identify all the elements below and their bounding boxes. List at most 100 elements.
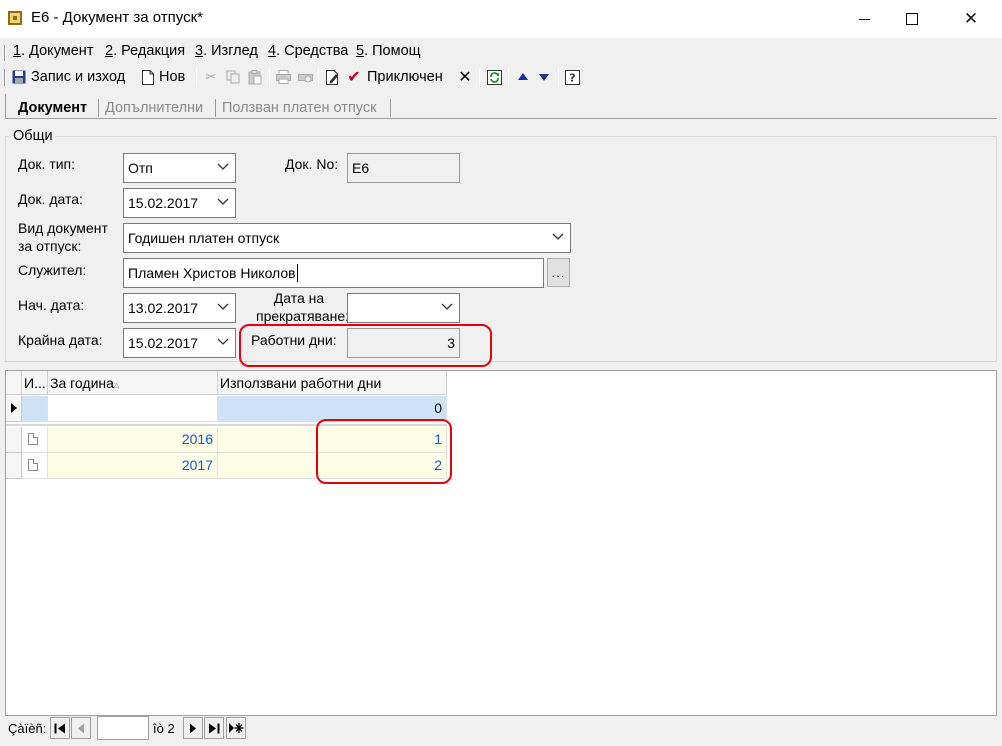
new-record-button[interactable]	[226, 717, 246, 739]
document-icon	[28, 433, 38, 445]
table-row[interactable]	[22, 453, 48, 479]
tab-separator	[98, 99, 99, 117]
close-icon: ✕	[963, 9, 979, 28]
next-record-button[interactable]	[183, 717, 203, 739]
toolbar-separator	[558, 68, 559, 87]
chevron-down-icon	[217, 198, 229, 206]
maximize-icon	[906, 13, 918, 25]
chevron-down-icon	[217, 303, 229, 311]
row-header[interactable]	[6, 427, 22, 453]
tab-used-paid-leave[interactable]: Ползван платен отпуск	[222, 100, 376, 116]
tab-document[interactable]: Документ	[18, 100, 87, 116]
end-date-label: Крайна дата:	[18, 332, 103, 348]
first-record-icon	[54, 723, 65, 733]
paste-icon[interactable]	[246, 68, 264, 86]
minimize-button[interactable]	[841, 0, 887, 38]
menu-view[interactable]: 3. Изглед	[195, 43, 258, 59]
doc-no-field: Е6	[347, 153, 460, 183]
grid-corner-header	[6, 371, 22, 395]
table-row[interactable]	[22, 427, 48, 453]
tab-underline	[5, 118, 997, 119]
edit-document-icon[interactable]	[324, 68, 342, 86]
toolbar-separator	[269, 68, 270, 87]
grid-cell-year[interactable]: 2016	[48, 427, 218, 453]
navigator-label: Çàïèñ:	[8, 721, 47, 736]
close-button[interactable]: ✕	[948, 0, 994, 38]
next-record-icon	[190, 723, 196, 733]
maximize-button[interactable]	[889, 0, 935, 38]
finished-button[interactable]: Приключен	[367, 69, 443, 85]
save-icon[interactable]	[10, 68, 28, 86]
toolbar-separator	[508, 68, 509, 87]
menu-tools[interactable]: 4. Средства	[268, 43, 348, 59]
last-record-icon	[209, 723, 220, 733]
current-row-arrow-icon	[11, 403, 17, 413]
grid-cell-icon[interactable]	[22, 396, 48, 422]
arrow-up-icon[interactable]	[514, 68, 532, 86]
menu-document[interactable]: 1. Документ	[13, 43, 93, 59]
employee-lookup-button[interactable]: ...	[547, 258, 570, 287]
record-number-input[interactable]	[97, 716, 149, 740]
minimize-icon	[858, 18, 870, 20]
first-record-button[interactable]	[50, 717, 70, 739]
previous-record-icon	[78, 723, 84, 733]
doc-type-label: Док. тип:	[18, 156, 76, 172]
toolbar-separator	[479, 68, 480, 87]
tab-separator	[390, 99, 391, 117]
menu-edit[interactable]: 2. Редакция	[105, 43, 185, 59]
row-header[interactable]	[6, 453, 22, 479]
new-button[interactable]: Нов	[159, 69, 185, 85]
end-date-picker[interactable]: 15.02.2017	[123, 328, 236, 358]
tab-separator	[215, 99, 216, 117]
grid-col-icon[interactable]: И...	[22, 371, 48, 395]
row-header-current[interactable]	[6, 396, 22, 422]
app-icon	[8, 11, 22, 25]
previous-record-button[interactable]	[71, 717, 91, 739]
toolbar-grip	[4, 69, 6, 86]
employee-label: Служител:	[18, 262, 87, 278]
help-icon[interactable]: ?	[563, 68, 581, 86]
chevron-down-icon	[441, 303, 453, 311]
doc-date-picker[interactable]: 15.02.2017	[123, 188, 236, 218]
grid-cell-year[interactable]	[48, 396, 218, 422]
chevron-down-icon	[217, 163, 229, 171]
chevron-down-icon	[552, 233, 564, 241]
save-exit-button[interactable]: Запис и изход	[31, 69, 125, 85]
doc-type-select[interactable]: Отп	[123, 153, 236, 183]
refresh-icon[interactable]	[485, 68, 503, 86]
leave-type-select[interactable]: Годишен платен отпуск	[123, 223, 571, 253]
arrow-down-icon[interactable]	[535, 68, 553, 86]
tab-additional[interactable]: Допълнителни	[105, 100, 203, 116]
employee-input[interactable]: Пламен Христов Николов	[123, 258, 544, 288]
toolbar-separator	[196, 68, 197, 87]
start-date-label: Нач. дата:	[18, 297, 85, 313]
chevron-down-icon	[217, 338, 229, 346]
menu-help[interactable]: 5. Помощ	[356, 43, 421, 59]
grid-col-year[interactable]: За година▵	[48, 371, 218, 395]
grid-col-used-days[interactable]: Използвани работни дни	[218, 371, 447, 395]
menu-grip	[4, 45, 6, 61]
new-document-icon[interactable]	[139, 68, 157, 86]
leave-type-label: Вид документ за отпуск:	[18, 220, 108, 254]
tab-frame	[5, 94, 6, 118]
document-icon	[28, 459, 38, 471]
print-preview-icon[interactable]	[296, 68, 314, 86]
cut-icon[interactable]: ✂	[202, 68, 220, 86]
record-count: îò 2	[153, 721, 175, 736]
grid-cell-year[interactable]: 2017	[48, 453, 218, 479]
checkmark-icon[interactable]: ✔	[345, 68, 363, 86]
window-title: Е6 - Документ за отпуск*	[31, 9, 204, 26]
doc-date-label: Док. дата:	[18, 191, 83, 207]
highlight-work-days	[239, 324, 492, 367]
termination-date-picker[interactable]	[347, 293, 460, 323]
print-icon[interactable]	[274, 68, 292, 86]
termination-date-label: Дата на прекратяване:	[256, 290, 350, 324]
start-date-picker[interactable]: 13.02.2017	[123, 293, 236, 323]
cancel-icon[interactable]: ✕	[456, 68, 474, 86]
last-record-button[interactable]	[204, 717, 224, 739]
copy-icon[interactable]	[224, 68, 242, 86]
toolbar-separator	[318, 68, 319, 87]
doc-no-label: Док. No:	[285, 156, 339, 172]
highlight-used-days	[316, 419, 452, 484]
new-record-icon	[229, 723, 244, 733]
